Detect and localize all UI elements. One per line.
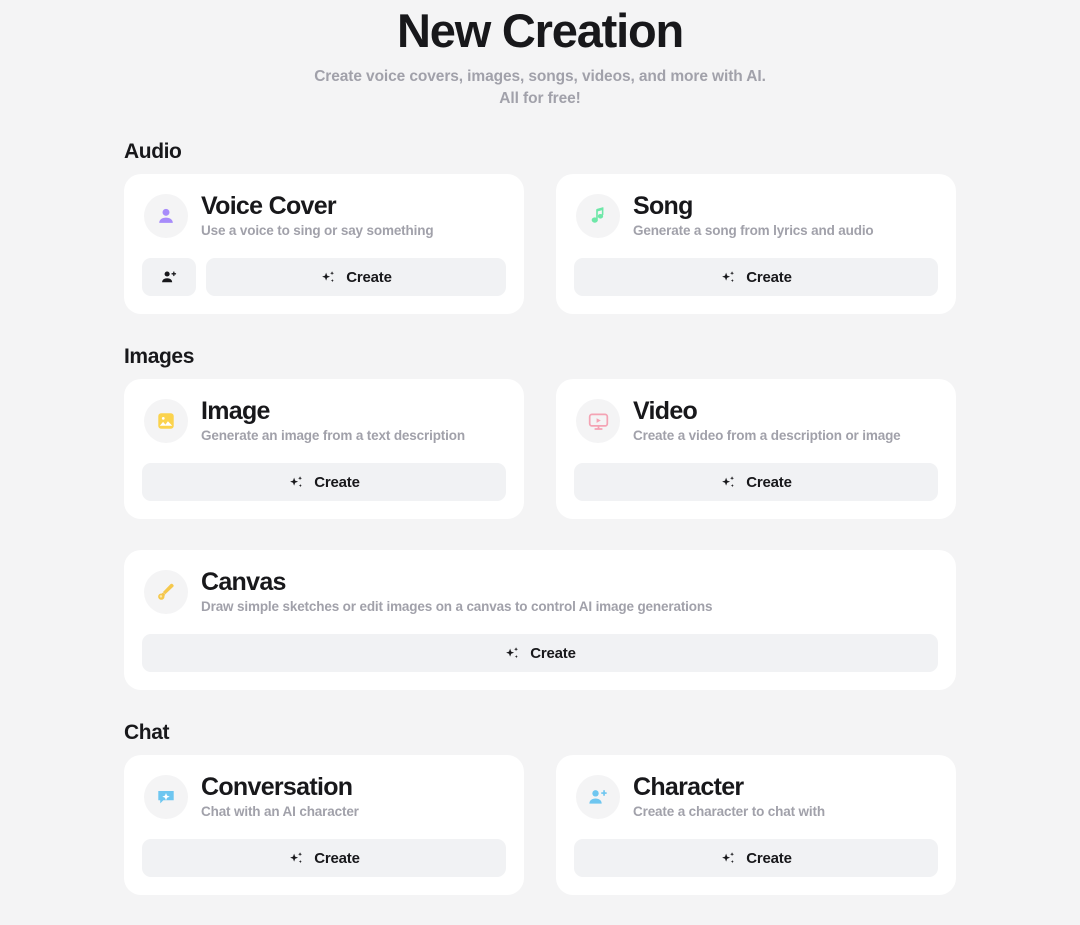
card-title: Video [633,397,698,425]
section-chat: Chat Conversation Chat with an AI charac… [124,721,956,895]
card-voice-cover[interactable]: Voice Cover Use a voice to sing or say s… [124,174,524,314]
sparkle-icon [506,646,519,658]
card-header: Song Generate a song from lyrics and aud… [574,192,938,240]
card-row-chat: Conversation Chat with an AI character C… [124,755,956,895]
section-audio: Audio Voice Cover Use a voice to sing or… [124,140,956,314]
card-actions: Create [142,463,506,501]
create-button-label: Create [314,849,360,867]
section-heading-chat: Chat [124,721,170,744]
person-icon [144,194,188,238]
card-image[interactable]: Image Generate an image from a text desc… [124,379,524,519]
card-description: Draw simple sketches or edit images on a… [201,599,713,614]
music-note-icon [576,194,620,238]
card-row-images: Image Generate an image from a text desc… [124,379,956,519]
card-description: Use a voice to sing or say something [201,223,434,238]
create-button-label: Create [530,644,576,662]
create-button-song[interactable]: Create [574,258,938,296]
card-header: Image Generate an image from a text desc… [142,397,506,445]
picture-icon [144,399,188,443]
create-button-label: Create [746,268,792,286]
chat-bubble-sparkle-icon [144,775,188,819]
new-creation-page: New Creation Create voice covers, images… [0,0,1080,925]
person-add-blue-icon [576,775,620,819]
page-subtitle-line-1: Create voice covers, images, songs, vide… [314,68,766,85]
card-actions: Create [142,634,938,672]
page-header: New Creation Create voice covers, images… [0,0,1080,109]
card-conversation[interactable]: Conversation Chat with an AI character C… [124,755,524,895]
card-title: Character [633,773,744,801]
card-text: Canvas Draw simple sketches or edit imag… [201,568,712,616]
sparkle-icon [722,270,735,282]
sparkle-icon [722,851,735,863]
card-header: Character Create a character to chat wit… [574,773,938,821]
card-actions: Create [574,839,938,877]
create-button-image[interactable]: Create [142,463,506,501]
card-title: Image [201,397,270,425]
section-images: Images Image Generate an image from a te… [124,345,956,519]
card-text: Video Create a video from a description … [633,397,901,445]
card-description: Create a character to chat with [633,804,825,819]
page-title: New Creation [397,4,684,57]
person-add-icon-button[interactable] [142,258,196,296]
card-actions: Create [142,839,506,877]
card-description: Chat with an AI character [201,804,359,819]
section-heading-audio: Audio [124,140,182,163]
create-button-label: Create [746,849,792,867]
card-header: Canvas Draw simple sketches or edit imag… [142,568,938,616]
card-video[interactable]: Video Create a video from a description … [556,379,956,519]
sparkle-icon [290,851,303,863]
card-title: Voice Cover [201,192,337,220]
create-button-label: Create [746,473,792,491]
paintbrush-icon [144,570,188,614]
card-canvas[interactable]: Canvas Draw simple sketches or edit imag… [124,550,956,690]
card-header: Voice Cover Use a voice to sing or say s… [142,192,506,240]
sparkle-icon [322,270,335,282]
card-title: Canvas [201,568,286,596]
create-button-label: Create [314,473,360,491]
card-text: Song Generate a song from lyrics and aud… [633,192,874,240]
section-heading-images: Images [124,345,194,368]
card-text: Character Create a character to chat wit… [633,773,825,821]
create-button-label: Create [346,268,392,286]
card-row-canvas: Canvas Draw simple sketches or edit imag… [124,550,956,690]
card-character[interactable]: Character Create a character to chat wit… [556,755,956,895]
person-add-icon [162,271,177,283]
card-description: Generate a song from lyrics and audio [633,223,874,238]
create-button-voice-cover[interactable]: Create [206,258,506,296]
card-text: Voice Cover Use a voice to sing or say s… [201,192,434,240]
card-actions: Create [574,463,938,501]
card-text: Image Generate an image from a text desc… [201,397,465,445]
video-monitor-icon [576,399,620,443]
create-button-canvas[interactable]: Create [142,634,938,672]
page-subtitle-line-2: All for free! [499,89,581,107]
create-button-conversation[interactable]: Create [142,839,506,877]
sparkle-icon [290,475,303,487]
create-button-character[interactable]: Create [574,839,938,877]
card-text: Conversation Chat with an AI character [201,773,359,821]
card-row-audio: Voice Cover Use a voice to sing or say s… [124,174,956,314]
card-song[interactable]: Song Generate a song from lyrics and aud… [556,174,956,314]
card-title: Song [633,192,693,220]
card-header: Conversation Chat with an AI character [142,773,506,821]
sparkle-icon [722,475,735,487]
card-description: Generate an image from a text descriptio… [201,428,465,443]
create-button-video[interactable]: Create [574,463,938,501]
card-title: Conversation [201,773,353,801]
card-actions: Create [574,258,938,296]
page-subtitle: Create voice covers, images, songs, vide… [0,66,1080,109]
section-canvas: Canvas Draw simple sketches or edit imag… [124,550,956,690]
card-header: Video Create a video from a description … [574,397,938,445]
card-actions: Create [142,258,506,296]
card-description: Create a video from a description or ima… [633,428,901,443]
